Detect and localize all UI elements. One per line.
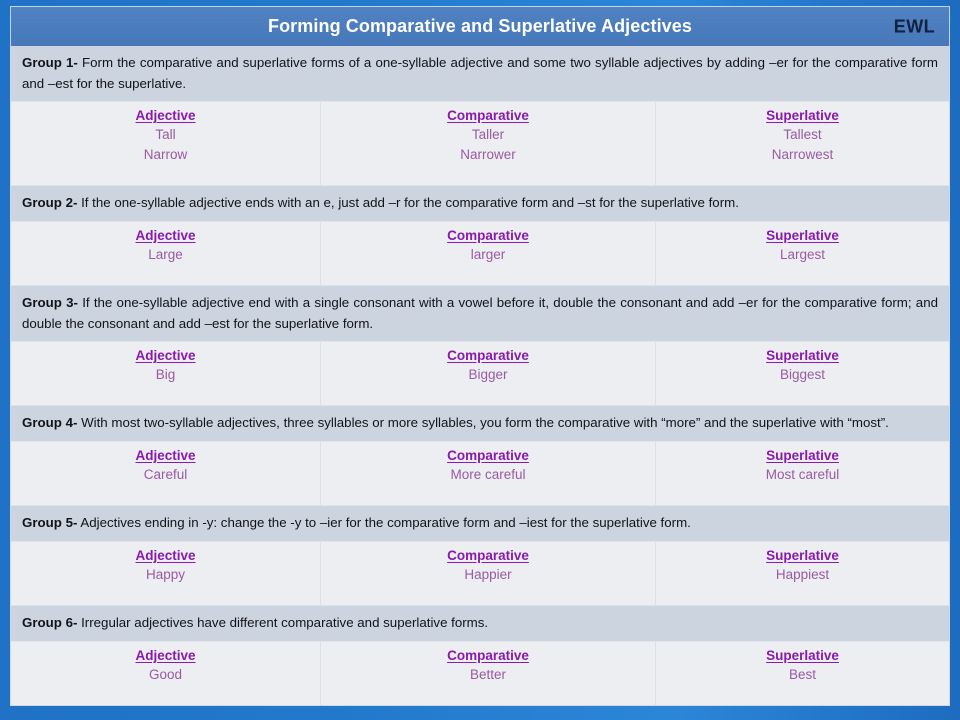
table-cell-superlative: Superlative Largest: [656, 222, 949, 285]
table-row: Adjective Happy Comparative Happier Superlat…: [11, 541, 949, 607]
cell-value: Best: [788, 666, 816, 682]
group-label: Group 2-: [22, 195, 78, 211]
poster-sheet: Forming Comparative and Superlative Adje…: [10, 6, 950, 706]
group-label: Group 4-: [22, 415, 78, 431]
cell-value: Careful: [143, 467, 188, 483]
table-cell-superlative: Superlative Best: [656, 642, 949, 705]
table-row: Adjective Careful Comparative More careful S…: [11, 442, 949, 507]
cell-value: Narrow: [143, 146, 188, 162]
group-label: Group 6-: [22, 615, 78, 631]
cell-value: Happy: [145, 566, 186, 582]
cell-value: Big: [155, 367, 176, 383]
column-header-adjective: Adjective: [135, 108, 196, 124]
column-header-adjective: Adjective: [135, 547, 196, 563]
table-cell-adjective: Adjective Good: [11, 641, 321, 706]
column-header-comparative: Comparative: [447, 227, 529, 243]
column-header-superlative: Superlative: [766, 348, 839, 364]
group-description-text: Form the comparative and superlative for…: [22, 55, 939, 91]
cell-value: Happiest: [775, 566, 830, 582]
table-cell-adjective: Adjective Tall Narrow: [11, 102, 321, 186]
group-description-text: With most two-syllable adjectives, three…: [77, 415, 889, 431]
table-cell-comparative: Comparative Happier: [321, 541, 656, 606]
group-description-text: Adjectives ending in -y: change the -y t…: [77, 515, 691, 531]
group-label: Group 5-: [22, 515, 78, 531]
cell-value: Largest: [779, 246, 826, 262]
column-header-adjective: Adjective: [135, 647, 196, 663]
group-description-row: Group 3- If the one-syllable adjective e…: [11, 285, 949, 343]
table-cell-adjective: Adjective Careful: [11, 442, 321, 506]
table-cell-adjective: Adjective Happy: [11, 541, 321, 606]
group-description-text: Irregular adjectives have different comp…: [77, 615, 489, 631]
column-header-comparative: Comparative: [447, 448, 529, 464]
table-row: Adjective Large Comparative larger Superlati…: [11, 221, 949, 286]
page-title: Forming Comparative and Superlative Adje…: [267, 16, 693, 36]
column-header-superlative: Superlative: [766, 448, 839, 464]
poster-frame: Forming Comparative and Superlative Adje…: [0, 0, 960, 720]
cell-value: Narrower: [460, 146, 516, 162]
table-cell-comparative: Comparative larger: [321, 221, 656, 285]
group-description-row: Group 5- Adjectives ending in -y: change…: [11, 506, 949, 542]
table-cell-superlative: Superlative Happiest: [656, 542, 949, 605]
cell-value: Biggest: [779, 367, 826, 383]
cell-value: Bigger: [468, 367, 508, 383]
table-row: Adjective Big Comparative Bigger Superlative…: [11, 342, 949, 407]
cell-value: larger: [470, 246, 506, 262]
table-cell-superlative: Superlative Biggest: [656, 342, 949, 405]
cell-value: More careful: [450, 467, 526, 483]
column-header-adjective: Adjective: [135, 227, 196, 243]
group-description-text: If the one-syllable adjective end with a…: [22, 294, 938, 331]
column-header-comparative: Comparative: [447, 108, 529, 124]
group-description-row: Group 1- Form the comparative and superl…: [11, 46, 949, 103]
cell-value: Happier: [464, 566, 512, 582]
cell-value: Large: [148, 246, 183, 262]
table-cell-superlative: Superlative Tallest Narrowest: [656, 102, 949, 185]
table-cell-superlative: Superlative Most careful: [656, 442, 949, 505]
cell-value: Tall: [155, 127, 176, 143]
group-label: Group 1-: [22, 55, 78, 70]
column-header-adjective: Adjective: [135, 448, 196, 464]
column-header-superlative: Superlative: [766, 227, 839, 243]
table-cell-comparative: Comparative Taller Narrower: [321, 102, 656, 186]
table-row: Adjective Tall Narrow Comparative Taller Narr…: [11, 102, 949, 187]
column-header-comparative: Comparative: [447, 547, 529, 563]
group-description-row: Group 6- Irregular adjectives have diffe…: [11, 606, 949, 642]
table-cell-adjective: Adjective Large: [11, 221, 321, 285]
group-description-row: Group 4- With most two-syllable adjectiv…: [11, 406, 949, 443]
cell-value: Most careful: [765, 467, 840, 483]
cell-value: Taller: [471, 127, 505, 143]
cell-value: Tallest: [783, 127, 822, 143]
column-header-adjective: Adjective: [135, 348, 196, 364]
table-cell-comparative: Comparative Better: [321, 641, 656, 706]
cell-value: Good: [148, 666, 183, 682]
table-cell-adjective: Adjective Big: [11, 342, 321, 406]
group-description-text: If the one-syllable adjective ends with …: [77, 195, 739, 211]
table-row: Adjective Good Comparative Better Superlativ…: [11, 641, 949, 706]
adjective-forms-table: Group 1- Form the comparative and superl…: [10, 46, 950, 706]
cell-value: Better: [469, 666, 507, 682]
group-label: Group 3-: [22, 294, 78, 310]
column-header-superlative: Superlative: [766, 108, 839, 124]
cell-value: Narrowest: [771, 146, 834, 162]
title-bar: Forming Comparative and Superlative Adje…: [10, 6, 950, 46]
column-header-superlative: Superlative: [766, 647, 839, 663]
brand-label: EWL: [893, 16, 935, 36]
column-header-superlative: Superlative: [766, 547, 839, 563]
column-header-comparative: Comparative: [447, 647, 529, 663]
table-cell-comparative: Comparative More careful: [321, 442, 656, 506]
table-cell-comparative: Comparative Bigger: [321, 342, 656, 406]
column-header-comparative: Comparative: [447, 348, 529, 364]
group-description-row: Group 2- If the one-syllable adjective e…: [11, 186, 949, 222]
